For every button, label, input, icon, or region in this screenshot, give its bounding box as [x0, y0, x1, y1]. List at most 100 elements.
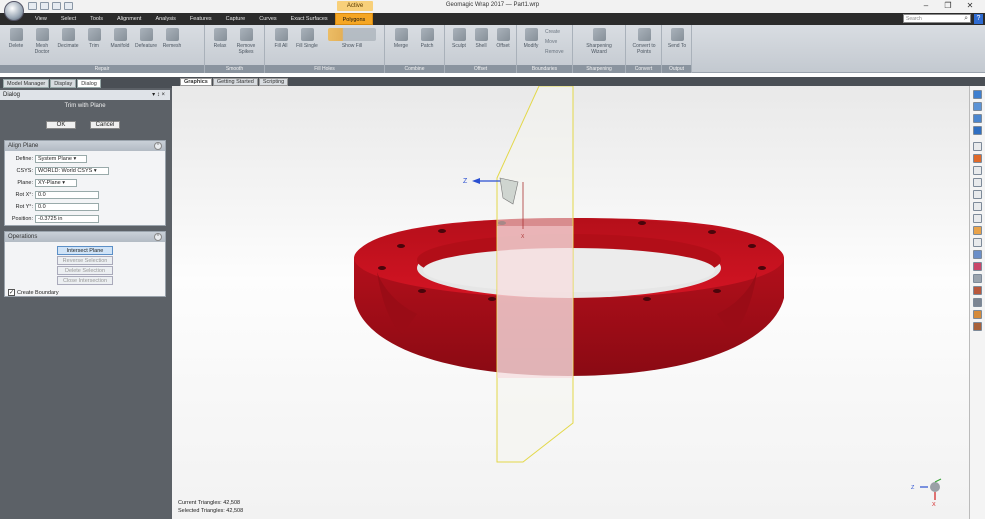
reverse-selection-button[interactable]: Reverse Selection [57, 256, 113, 265]
plane-select[interactable]: XY-Plane ▾ [35, 179, 77, 187]
pan-view-icon[interactable] [973, 126, 982, 135]
manifold-button[interactable]: Manifold [108, 28, 132, 49]
triad-x-label: X [932, 502, 936, 508]
fit-view-icon[interactable] [973, 102, 982, 111]
fill-mode-buttons[interactable]: Show Fill [325, 28, 379, 49]
send-to-button[interactable]: Send To [665, 28, 689, 49]
plane-value: XY-Plane [38, 180, 61, 186]
menu-tab-exact-surfaces[interactable]: Exact Surfaces [284, 13, 335, 25]
help-icon[interactable]: ? [974, 14, 983, 24]
hide-icon[interactable] [973, 274, 982, 283]
view-icon[interactable] [973, 90, 982, 99]
lasso-icon[interactable] [973, 166, 982, 175]
scene-svg[interactable]: Z X Z X [172, 86, 969, 519]
search-icon[interactable]: ⌕ [964, 15, 968, 23]
modify-button[interactable]: Modify [519, 28, 543, 49]
sculpt-icon [452, 28, 466, 41]
search-input[interactable]: Search [903, 14, 971, 23]
defeature-button[interactable]: Defeature [134, 28, 158, 49]
shell-button[interactable]: Shell [469, 28, 493, 49]
paint-select-icon[interactable] [973, 226, 982, 235]
menu-tab-analysis[interactable]: Analysis [148, 13, 182, 25]
menu-tab-features[interactable]: Features [183, 13, 219, 25]
move-button[interactable]: Move [545, 39, 557, 45]
rectangle-select-icon[interactable] [973, 190, 982, 199]
intersect-plane-button[interactable]: Intersect Plane [57, 246, 113, 255]
create-button[interactable]: Create [545, 29, 560, 35]
tab-model-manager[interactable]: Model Manager [3, 79, 50, 88]
invert-selection-icon[interactable] [973, 262, 982, 271]
z-axis-label: Z [463, 178, 468, 185]
tab-scripting[interactable]: Scripting [258, 78, 289, 86]
delete-button[interactable]: Delete [4, 28, 28, 49]
remove-spikes-button[interactable]: Remove Spikes [234, 28, 258, 55]
ribbon-group-fill-holes: Fill All Fill Single Show Fill Fill Hole… [265, 25, 385, 73]
restore-button[interactable]: ❐ [937, 0, 959, 12]
tab-getting-started[interactable]: Getting Started [212, 78, 258, 86]
define-value: System Plane [38, 156, 72, 162]
rot-y-stepper[interactable]: 0.0 [35, 203, 99, 211]
menu-tab-view[interactable]: View [28, 13, 54, 25]
decimate-button[interactable]: Decimate [56, 28, 80, 49]
cancel-button[interactable]: Cancel [90, 121, 120, 129]
convert-to-points-button[interactable]: Convert to Points [630, 28, 658, 55]
minimize-button[interactable]: – [915, 0, 937, 12]
app-logo-icon[interactable] [4, 1, 24, 21]
menu-tab-polygons[interactable]: Polygons [334, 13, 374, 25]
color-icon[interactable] [973, 286, 982, 295]
menu-tab-tools[interactable]: Tools [83, 13, 110, 25]
ribbon-group-output: Send To Output [662, 25, 692, 73]
position-stepper[interactable]: -0.3725 in [35, 215, 99, 223]
graphics-viewport[interactable]: Z X Z X Current Triangles: 42,508 Select… [172, 86, 969, 519]
mesh-doctor-button[interactable]: Mesh Doctor [30, 28, 54, 55]
line-select-icon[interactable] [973, 214, 982, 223]
ellipse-select-icon[interactable] [973, 202, 982, 211]
zoom-icon[interactable] [973, 142, 982, 151]
view-triad-icon[interactable] [920, 478, 942, 500]
close-button[interactable]: ✕ [959, 0, 981, 12]
tab-graphics[interactable]: Graphics [180, 78, 212, 86]
light-icon[interactable] [973, 310, 982, 319]
remove-button[interactable]: Remove [545, 49, 564, 55]
patch-button[interactable]: Patch [415, 28, 439, 49]
sharpening-wizard-button[interactable]: Sharpening Wizard [579, 28, 619, 55]
menu-tab-alignment[interactable]: Alignment [110, 13, 148, 25]
menu-tab-capture[interactable]: Capture [219, 13, 253, 25]
relax-button[interactable]: Relax [208, 28, 232, 49]
rot-x-stepper[interactable]: 0.0 [35, 191, 99, 199]
select-icon[interactable] [973, 154, 982, 163]
create-boundary-row: ✓ Create Boundary [8, 289, 59, 296]
grow-selection-icon[interactable] [973, 238, 982, 247]
tab-display[interactable]: Display [50, 79, 77, 88]
ribbon-group-label: Sharpening [573, 65, 625, 73]
brush-select-icon[interactable] [973, 178, 982, 187]
operations-header[interactable]: Operations ⌃ [5, 232, 165, 242]
collapse-icon[interactable]: ⌃ [154, 142, 162, 150]
fill-single-button[interactable]: Fill Single [295, 28, 319, 49]
trim-plane[interactable] [496, 86, 574, 463]
rotate-view-icon[interactable] [973, 114, 982, 123]
menu-tab-curves[interactable]: Curves [252, 13, 283, 25]
sculpt-button[interactable]: Sculpt [447, 28, 471, 49]
delete-selection-button[interactable]: Delete Selection [57, 266, 113, 275]
define-select[interactable]: System Plane ▾ [35, 155, 87, 163]
fill-all-button[interactable]: Fill All [269, 28, 293, 49]
remesh-button[interactable]: Remesh [160, 28, 184, 49]
create-boundary-checkbox[interactable]: ✓ [8, 289, 15, 296]
offset-button[interactable]: Offset [491, 28, 515, 49]
tab-dialog[interactable]: Dialog [77, 79, 101, 88]
close-intersection-button[interactable]: Close Intersection [57, 276, 113, 285]
settings-icon[interactable] [973, 322, 982, 331]
menu-tab-select[interactable]: Select [54, 13, 83, 25]
shrink-selection-icon[interactable] [973, 250, 982, 259]
csys-select[interactable]: WORLD: World CSYS ▾ [35, 167, 109, 175]
field-label: Define: [15, 156, 33, 162]
collapse-icon[interactable]: ⌃ [154, 233, 162, 241]
align-plane-header[interactable]: Align Plane ⌃ [5, 141, 165, 151]
ok-button[interactable]: OK [46, 121, 76, 129]
merge-button[interactable]: Merge [389, 28, 413, 49]
trim-button[interactable]: Trim [82, 28, 106, 49]
display-icon[interactable] [973, 298, 982, 307]
right-view-toolbar [969, 86, 985, 519]
panel-pin-icon[interactable]: ▾ ↕ × [152, 90, 165, 100]
